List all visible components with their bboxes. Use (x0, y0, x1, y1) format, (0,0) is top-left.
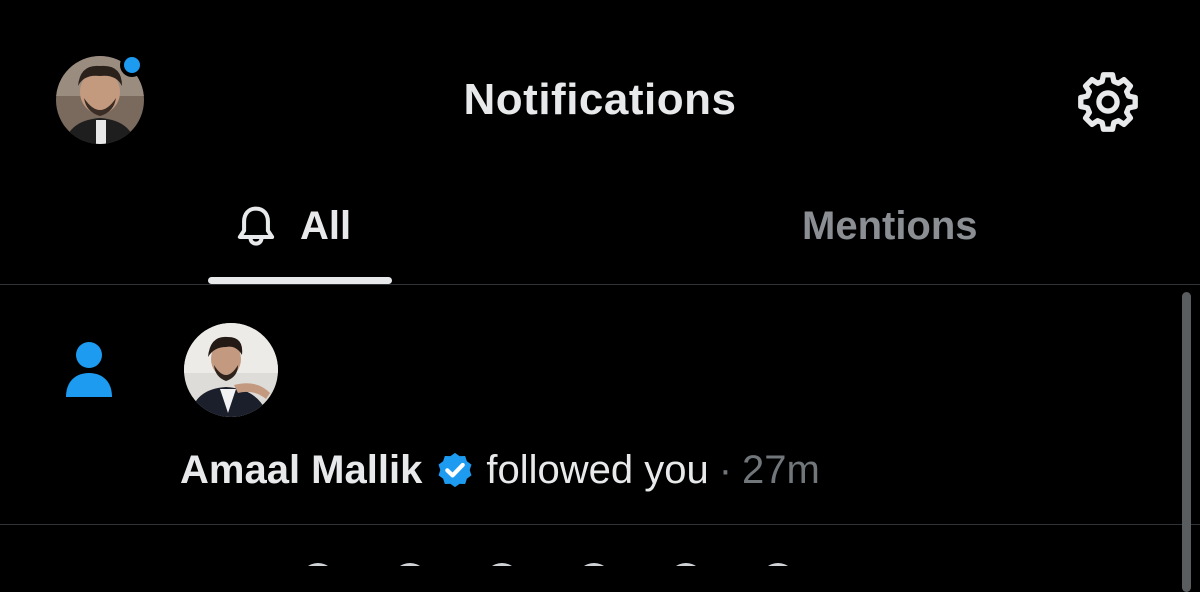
bell-icon (237, 206, 275, 246)
notification-text: Amaal Mallik followed you · 27m (180, 445, 820, 495)
gear-icon (1078, 72, 1138, 132)
tab-mentions-label: Mentions (802, 204, 978, 248)
user-name-link[interactable]: Amaal Mallik (180, 445, 422, 495)
notification-action: followed you (486, 448, 709, 492)
person-icon (66, 342, 112, 397)
settings-button[interactable] (1076, 70, 1140, 134)
tab-all[interactable]: All (0, 180, 600, 284)
next-notification-item[interactable] (0, 525, 1170, 566)
top-bar: Notifications (0, 0, 1200, 180)
separator-dot: · (718, 448, 733, 492)
tab-all-label: All (300, 204, 352, 248)
active-tab-indicator (208, 277, 392, 284)
scrollbar-thumb[interactable] (1182, 292, 1191, 592)
notification-item[interactable]: Amaal Mallik followed you · 27m (0, 285, 1170, 524)
notification-tabs: All Mentions (0, 180, 1200, 285)
follower-avatar-image (184, 323, 278, 417)
tab-mentions[interactable]: Mentions (600, 180, 1200, 284)
notification-time: 27m (742, 448, 820, 492)
page-title: Notifications (463, 75, 737, 124)
follower-avatar[interactable] (184, 323, 278, 417)
verified-badge-icon (438, 452, 472, 488)
